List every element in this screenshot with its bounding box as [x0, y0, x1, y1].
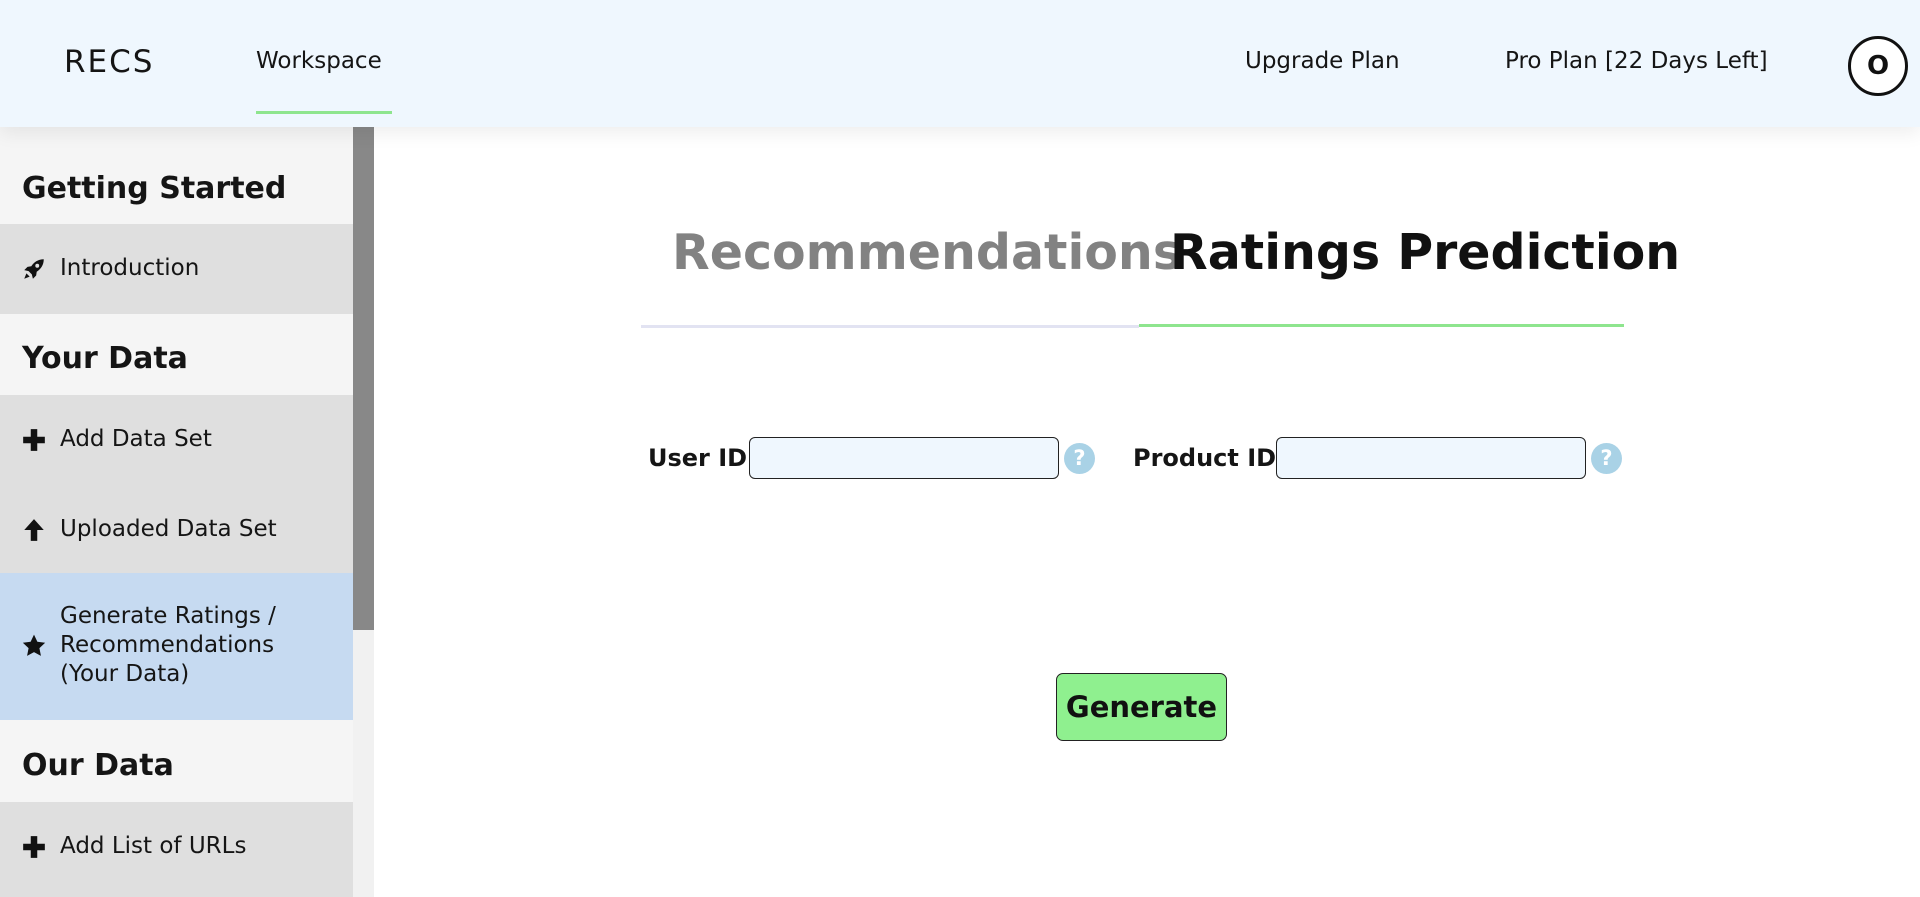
sidebar-scrollbar-thumb[interactable]: [353, 127, 374, 630]
star-icon: [22, 634, 46, 656]
sidebar-item-label: Introduction: [60, 255, 200, 281]
upgrade-plan-link[interactable]: Upgrade Plan: [1245, 48, 1400, 74]
sidebar-item-label: Add List of URLs: [60, 833, 247, 859]
sidebar-item-uploaded-data-set[interactable]: Uploaded Data Set: [0, 485, 353, 575]
nav-workspace-link[interactable]: Workspace: [256, 48, 382, 74]
rocket-icon: [24, 259, 44, 279]
sidebar: Getting Started Introduction Your Data A…: [0, 127, 353, 897]
generate-button[interactable]: Generate: [1056, 673, 1227, 741]
tab-recommendations[interactable]: Recommendations: [672, 224, 1182, 281]
sidebar-section-our-data: Our Data: [22, 748, 174, 783]
top-navbar: RECS Workspace Upgrade Plan Pro Plan [22…: [0, 0, 1920, 127]
user-id-input[interactable]: [749, 437, 1059, 479]
product-id-label: Product ID:: [1133, 444, 1286, 472]
sidebar-section-your-data: Your Data: [22, 341, 188, 376]
nav-active-underline: [256, 111, 392, 114]
tab-ratings-prediction[interactable]: Ratings Prediction: [1170, 224, 1680, 281]
sidebar-item-label-line-2: Recommendations: [60, 632, 275, 658]
sidebar-item-label: Add Data Set: [60, 426, 212, 452]
plan-status-link[interactable]: Pro Plan [22 Days Left]: [1505, 48, 1768, 74]
user-avatar-button[interactable]: O: [1848, 36, 1908, 96]
plus-icon: [23, 429, 45, 451]
tab-underline-inactive: [641, 325, 1139, 328]
sidebar-item-add-list-of-urls[interactable]: Add List of URLs: [0, 802, 353, 897]
user-id-help-icon[interactable]: ?: [1064, 443, 1095, 474]
tab-underline-active: [1139, 324, 1624, 327]
sidebar-item-introduction[interactable]: Introduction: [0, 224, 353, 314]
sidebar-item-label: Uploaded Data Set: [60, 516, 277, 542]
sidebar-item-label-line-1: Generate Ratings /: [60, 603, 276, 629]
app-logo[interactable]: RECS: [64, 44, 154, 80]
sidebar-item-add-data-set[interactable]: Add Data Set: [0, 395, 353, 485]
plus-icon: [23, 836, 45, 858]
sidebar-item-generate-ratings[interactable]: Generate Ratings / Recommendations (Your…: [0, 573, 353, 720]
product-id-help-icon[interactable]: ?: [1591, 443, 1622, 474]
product-id-input[interactable]: [1276, 437, 1586, 479]
user-id-label: User ID:: [648, 444, 757, 472]
avatar-letter: O: [1866, 51, 1890, 81]
arrow-up-icon: [24, 519, 44, 541]
sidebar-item-label-line-3: (Your Data): [60, 661, 190, 687]
sidebar-section-getting-started: Getting Started: [22, 171, 287, 206]
